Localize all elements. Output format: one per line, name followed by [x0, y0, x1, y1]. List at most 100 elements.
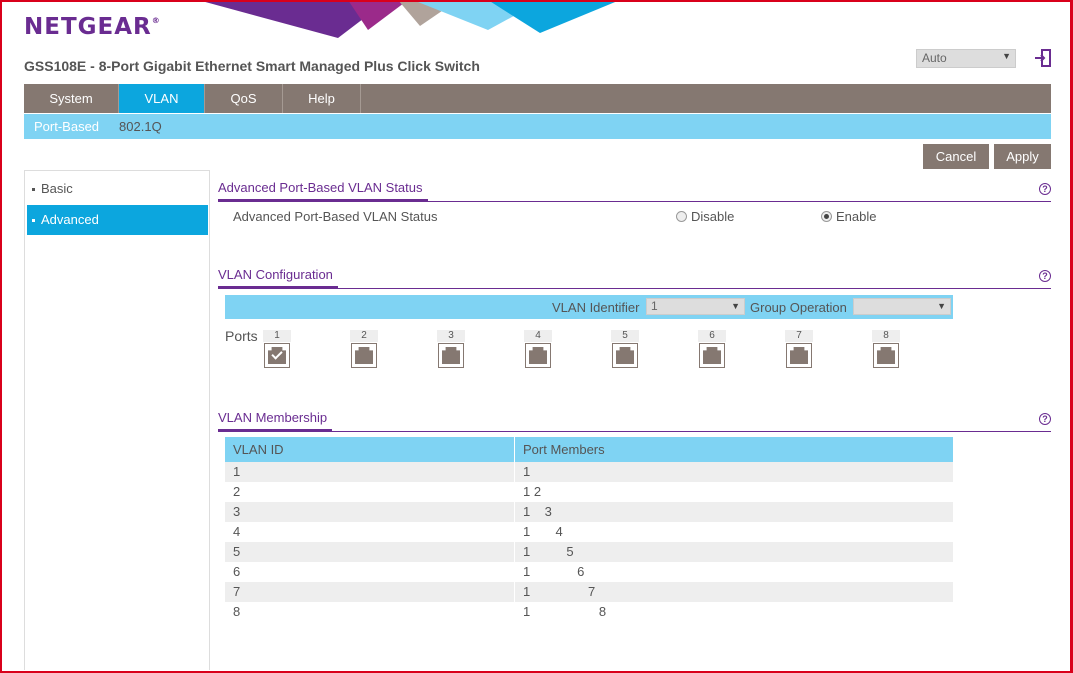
cell-port-members: 1 2 — [523, 484, 542, 499]
port-number: 5 — [611, 330, 639, 342]
radio-circle — [821, 211, 832, 222]
section-title: VLAN Configuration — [218, 267, 338, 289]
column-header-port-members: Port Members — [523, 442, 605, 457]
cell-vlan-id: 1 — [225, 462, 515, 482]
group-operation-label: Group Operation — [750, 300, 847, 315]
help-icon[interactable]: ? — [1039, 413, 1051, 425]
cell-port-members: 1 3 — [523, 504, 552, 519]
netgear-logo: NETGEAR® — [24, 14, 161, 40]
cell-port-members: 1 — [523, 464, 531, 479]
bullet-icon — [32, 188, 35, 191]
port-number: 8 — [872, 330, 900, 342]
enable-radio[interactable]: Enable — [821, 209, 876, 224]
chevron-down-icon: ▼ — [1002, 51, 1011, 61]
section-title: Advanced Port-Based VLAN Status — [218, 180, 428, 202]
ethernet-port-icon — [703, 347, 721, 364]
chevron-down-icon: ▼ — [937, 301, 946, 311]
cell-vlan-id: 4 — [225, 522, 515, 542]
cell-vlan-id: 2 — [225, 482, 515, 502]
cell-vlan-id: 8 — [225, 602, 515, 622]
port-checkbox[interactable] — [612, 343, 638, 368]
cell-port-members: 1 7 — [523, 584, 596, 599]
port-2[interactable]: 2 — [350, 330, 378, 368]
table-header: VLAN ID Port Members — [225, 437, 953, 462]
tab-vlan[interactable]: VLAN — [119, 84, 205, 113]
table-row: 7 1 7 — [225, 582, 953, 602]
ethernet-port-icon — [355, 347, 373, 364]
main-nav: System VLAN QoS Help — [24, 84, 1051, 113]
port-1[interactable]: 1 — [263, 330, 291, 368]
chevron-down-icon: ▼ — [731, 301, 740, 311]
tab-qos[interactable]: QoS — [205, 84, 283, 113]
port-checkbox[interactable] — [351, 343, 377, 368]
port-checkbox[interactable] — [786, 343, 812, 368]
port-number: 7 — [785, 330, 813, 342]
language-select[interactable]: Auto ▼ — [916, 49, 1016, 68]
tab-system[interactable]: System — [24, 84, 119, 113]
port-3[interactable]: 3 — [437, 330, 465, 368]
bullet-icon — [32, 219, 35, 222]
cell-port-members: 1 4 — [523, 524, 563, 539]
port-checkbox[interactable] — [264, 343, 290, 368]
port-checkbox[interactable] — [699, 343, 725, 368]
logout-icon[interactable] — [1033, 48, 1053, 68]
radio-circle — [676, 211, 687, 222]
table-row: 3 1 3 — [225, 502, 953, 522]
subtab-port-based[interactable]: Port-Based — [24, 114, 109, 139]
ethernet-port-icon — [790, 347, 808, 364]
port-4[interactable]: 4 — [524, 330, 552, 368]
tab-help[interactable]: Help — [283, 84, 361, 113]
cell-port-members: 1 8 — [523, 604, 607, 619]
cell-port-members: 1 6 — [523, 564, 585, 579]
cell-vlan-id: 7 — [225, 582, 515, 602]
product-title: GSS108E - 8-Port Gigabit Ethernet Smart … — [24, 58, 480, 74]
table-row: 2 1 2 — [225, 482, 953, 502]
vlan-config-bar: VLAN Identifier 1 ▼ Group Operation ▼ — [225, 295, 953, 319]
port-5[interactable]: 5 — [611, 330, 639, 368]
column-header-vlan-id: VLAN ID — [225, 437, 515, 462]
ethernet-port-icon — [877, 347, 895, 364]
table-row: 6 1 6 — [225, 562, 953, 582]
cancel-button[interactable]: Cancel — [923, 144, 989, 169]
apply-button[interactable]: Apply — [994, 144, 1051, 169]
ethernet-port-icon — [442, 347, 460, 364]
table-row: 4 1 4 — [225, 522, 953, 542]
help-icon[interactable]: ? — [1039, 183, 1051, 195]
ports-label: Ports — [225, 328, 258, 344]
menu-item-label: Advanced — [41, 212, 99, 227]
cell-port-members: 1 5 — [523, 544, 574, 559]
menu-item-label: Basic — [41, 181, 73, 196]
menu-item-advanced[interactable]: Advanced — [27, 205, 208, 235]
sub-nav: Port-Based 802.1Q — [24, 114, 1051, 139]
port-8[interactable]: 8 — [872, 330, 900, 368]
port-7[interactable]: 7 — [785, 330, 813, 368]
subtab-8021q[interactable]: 802.1Q — [109, 114, 172, 139]
cell-vlan-id: 5 — [225, 542, 515, 562]
help-icon[interactable]: ? — [1039, 270, 1051, 282]
disable-radio[interactable]: Disable — [676, 209, 734, 224]
table-row: 11 — [225, 462, 953, 482]
port-checkbox[interactable] — [873, 343, 899, 368]
vlan-identifier-select[interactable]: 1 ▼ — [646, 298, 745, 315]
port-number: 1 — [263, 330, 291, 342]
port-checkbox[interactable] — [438, 343, 464, 368]
membership-section-header: VLAN Membership ? — [218, 410, 1051, 432]
menu-item-basic[interactable]: Basic — [27, 174, 208, 204]
port-6[interactable]: 6 — [698, 330, 726, 368]
ethernet-port-icon — [529, 347, 547, 364]
group-operation-select[interactable]: ▼ — [853, 298, 951, 315]
cell-vlan-id: 3 — [225, 502, 515, 522]
vlan-identifier-label: VLAN Identifier — [552, 300, 640, 315]
port-number: 2 — [350, 330, 378, 342]
port-checkbox[interactable] — [525, 343, 551, 368]
port-number: 3 — [437, 330, 465, 342]
status-row-label: Advanced Port-Based VLAN Status — [233, 209, 438, 224]
left-menu: Basic Advanced — [24, 170, 210, 670]
config-section-header: VLAN Configuration ? — [218, 267, 1051, 289]
cell-vlan-id: 6 — [225, 562, 515, 582]
port-number: 6 — [698, 330, 726, 342]
table-row: 5 1 5 — [225, 542, 953, 562]
section-title: VLAN Membership — [218, 410, 333, 432]
ethernet-port-icon — [616, 347, 634, 364]
vlan-membership-table: VLAN ID Port Members 11 21 2 31 3 41 4 5… — [225, 437, 953, 622]
